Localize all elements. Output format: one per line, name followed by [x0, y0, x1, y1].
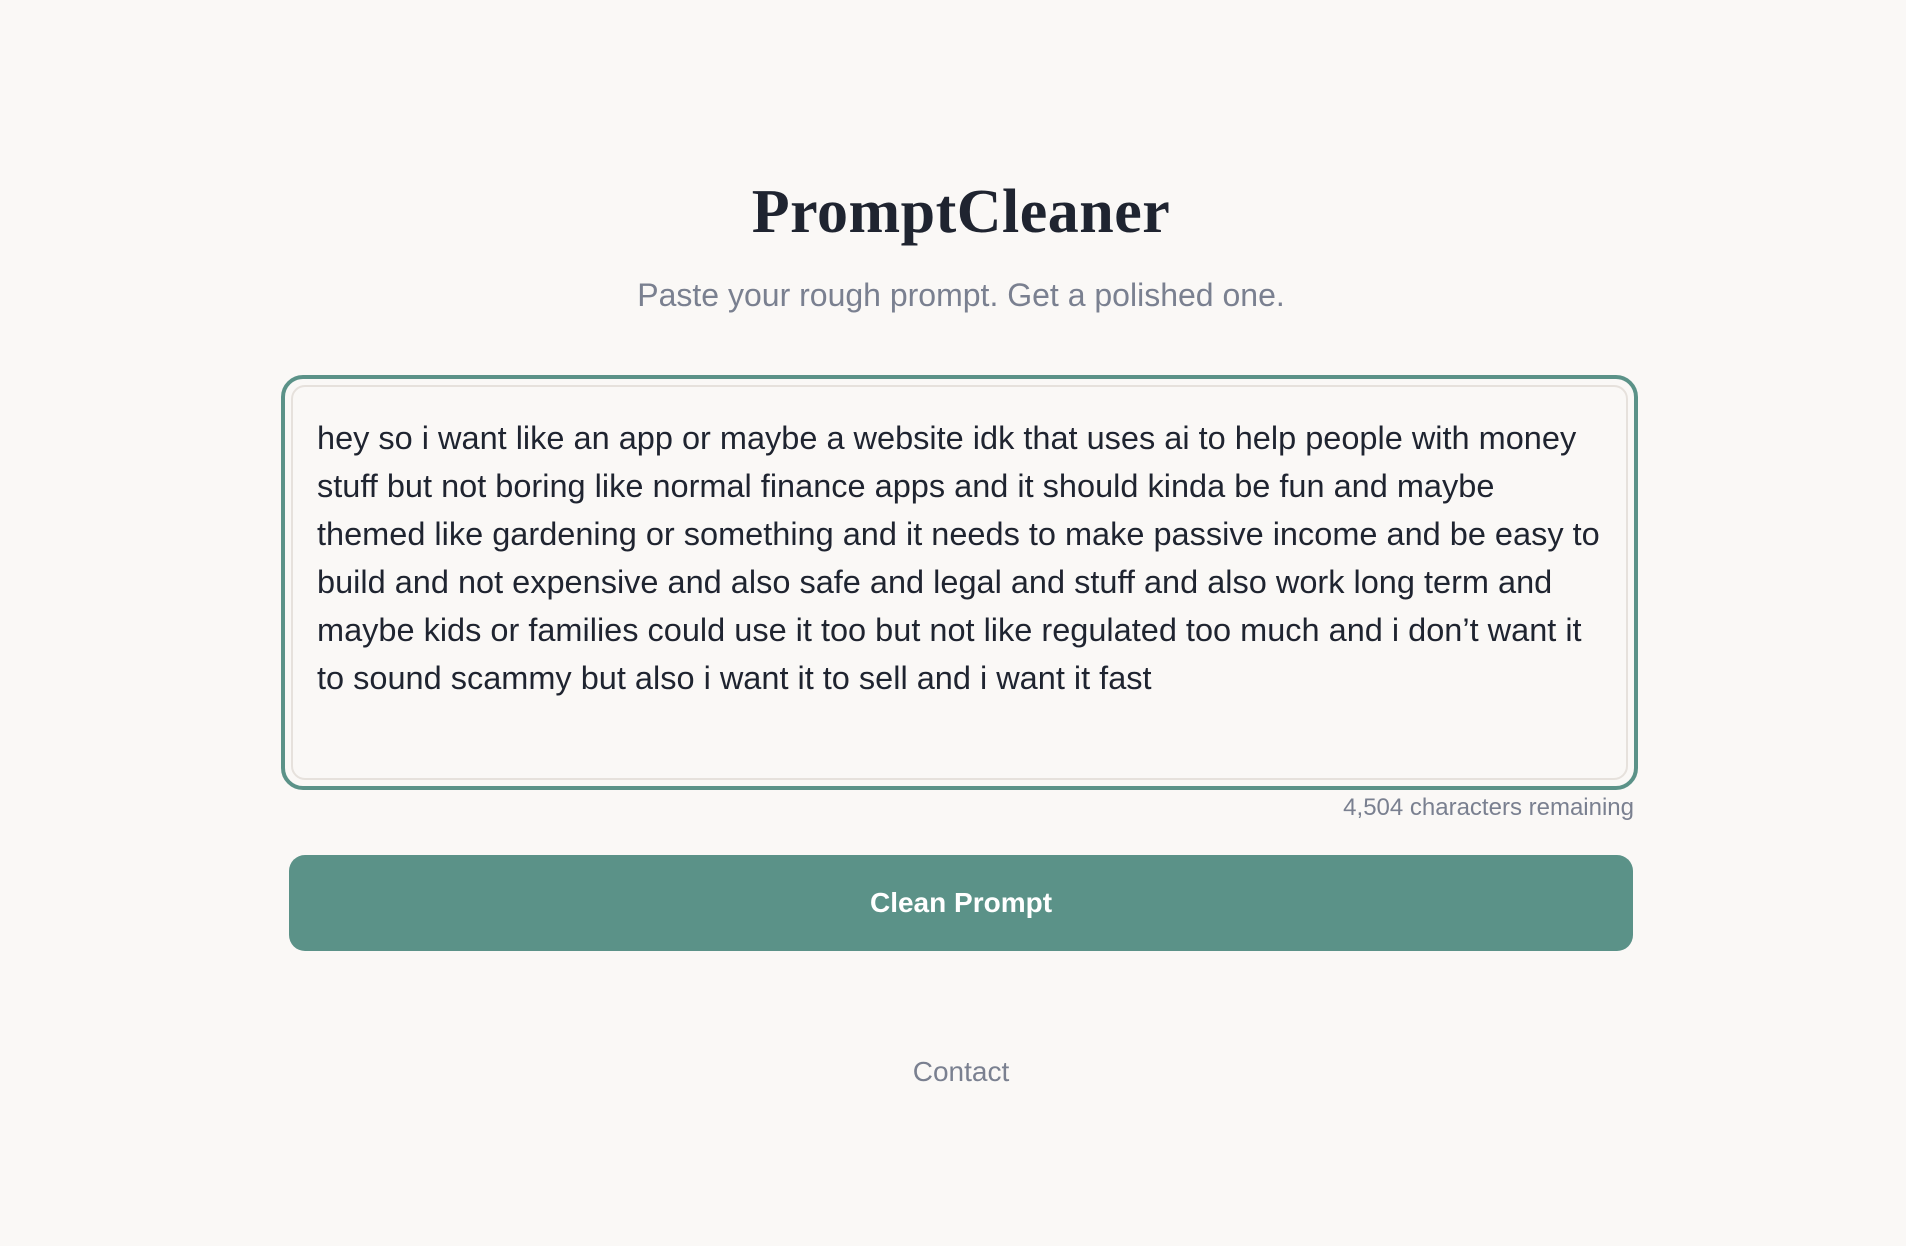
prompt-textarea[interactable]: hey so i want like an app or maybe a web…	[291, 385, 1628, 780]
prompt-input-container: hey so i want like an app or maybe a web…	[281, 375, 1638, 790]
contact-link[interactable]: Contact	[0, 1054, 1906, 1090]
app-subtitle: Paste your rough prompt. Get a polished …	[637, 277, 1285, 313]
characters-remaining-counter: 4,504 characters remaining	[1343, 794, 1634, 821]
clean-prompt-button[interactable]: Clean Prompt	[289, 855, 1633, 951]
app-title: PromptCleaner	[751, 178, 1171, 246]
